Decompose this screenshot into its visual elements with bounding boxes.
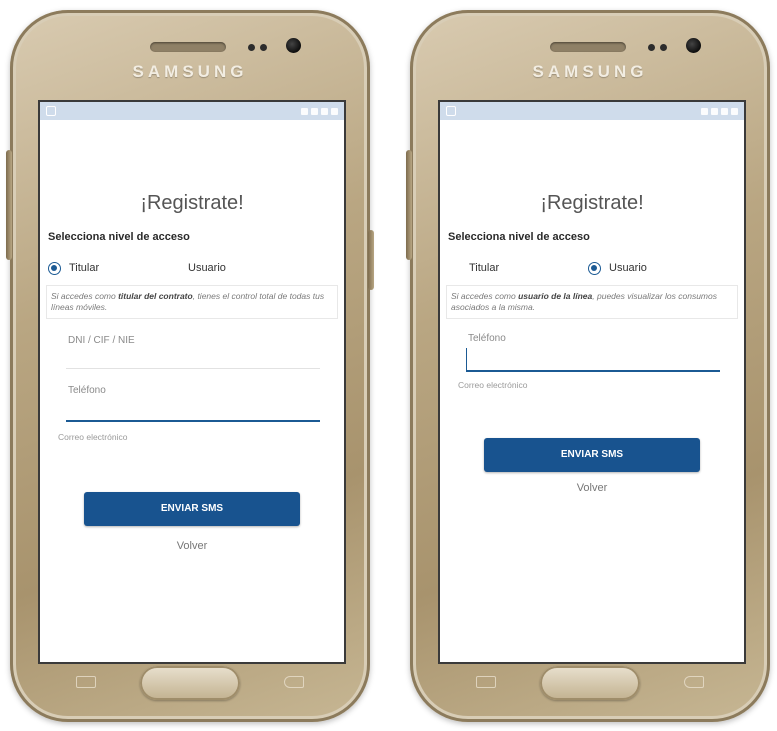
proximity-sensor	[648, 44, 655, 51]
phone-field[interactable]: Teléfono	[466, 333, 720, 372]
access-level-radio-group: Titular Usuario	[440, 259, 744, 277]
phone-left: SAMSUNG ¡Registrate! Selecciona nivel de…	[6, 10, 374, 722]
access-level-label: Selecciona nivel de acceso	[48, 231, 190, 243]
radio-checked-icon	[48, 261, 61, 275]
proximity-sensor	[248, 44, 255, 51]
back-link[interactable]: Volver	[40, 540, 344, 552]
phone-label: Teléfono	[68, 385, 106, 396]
radio-checked-icon	[588, 261, 601, 275]
status-icons	[701, 107, 738, 115]
radio-usuario[interactable]: Usuario	[188, 262, 226, 274]
phone-field[interactable]: Teléfono	[66, 385, 320, 422]
back-key-icon[interactable]	[284, 676, 304, 688]
light-sensor	[260, 44, 267, 51]
radio-titular-label: Titular	[69, 262, 100, 274]
phone-input-active[interactable]	[466, 348, 720, 372]
notification-icon	[46, 106, 56, 116]
page-title: ¡Registrate!	[140, 192, 244, 214]
home-button[interactable]	[540, 666, 640, 700]
back-key-icon[interactable]	[684, 676, 704, 688]
recent-apps-icon[interactable]	[76, 676, 96, 688]
signal-icon	[321, 107, 328, 115]
send-sms-button[interactable]: ENVIAR SMS	[484, 438, 700, 472]
earpiece-speaker	[150, 42, 226, 52]
send-button-wrap: ENVIAR SMS	[40, 492, 344, 526]
status-bar	[40, 102, 344, 120]
earpiece-speaker	[550, 42, 626, 52]
access-info-text: Si accedes como usuario de la línea, pue…	[446, 285, 738, 319]
access-level-label: Selecciona nivel de acceso	[448, 231, 590, 243]
battery-icon	[731, 107, 738, 115]
info-bold: usuario de la línea	[518, 291, 593, 301]
email-field-label[interactable]: Correo electrónico	[58, 432, 344, 442]
signal-icon	[721, 107, 728, 115]
bluetooth-icon	[301, 107, 308, 115]
brand-logo: SAMSUNG	[132, 62, 248, 81]
info-prefix: Si accedes como	[51, 291, 119, 301]
power-button	[368, 230, 374, 290]
home-button[interactable]	[140, 666, 240, 700]
notification-icon	[446, 106, 456, 116]
recent-apps-icon[interactable]	[476, 676, 496, 688]
access-info-text: Si accedes como titular del contrato, ti…	[46, 285, 338, 319]
volume-button	[406, 150, 412, 260]
document-placeholder: DNI / CIF / NIE	[68, 335, 135, 346]
back-link[interactable]: Volver	[440, 482, 744, 494]
volume-button	[6, 150, 12, 260]
radio-titular[interactable]: Titular	[448, 262, 588, 274]
screen-right: ¡Registrate! Selecciona nivel de acceso …	[438, 100, 746, 664]
battery-icon	[331, 107, 338, 115]
phone-label: Teléfono	[468, 333, 506, 344]
stage: SAMSUNG ¡Registrate! Selecciona nivel de…	[0, 0, 777, 731]
radio-titular[interactable]: Titular	[48, 261, 188, 275]
radio-titular-label: Titular	[469, 262, 500, 274]
radio-usuario-label: Usuario	[609, 262, 647, 274]
wifi-icon	[711, 107, 718, 115]
phone-underline	[66, 420, 320, 422]
document-underline	[66, 368, 320, 369]
status-bar	[440, 102, 744, 120]
document-field[interactable]: DNI / CIF / NIE	[66, 335, 320, 369]
radio-usuario[interactable]: Usuario	[588, 261, 647, 275]
front-camera-icon	[686, 38, 701, 53]
phone-right: SAMSUNG ¡Registrate! Selecciona nivel de…	[406, 10, 770, 722]
brand-logo: SAMSUNG	[532, 62, 648, 81]
front-camera-icon	[286, 38, 301, 53]
info-prefix: Si accedes como	[451, 291, 519, 301]
status-icons	[301, 107, 338, 115]
radio-usuario-label: Usuario	[188, 262, 226, 274]
bluetooth-icon	[701, 107, 708, 115]
screen-left: ¡Registrate! Selecciona nivel de acceso …	[38, 100, 346, 664]
send-sms-button[interactable]: ENVIAR SMS	[84, 492, 300, 526]
email-field-label[interactable]: Correo electrónico	[458, 380, 744, 390]
light-sensor	[660, 44, 667, 51]
access-level-radio-group: Titular Usuario	[40, 259, 344, 277]
send-button-wrap: ENVIAR SMS	[440, 438, 744, 472]
page-title: ¡Registrate!	[540, 192, 644, 214]
info-bold: titular del contrato	[118, 291, 193, 301]
wifi-icon	[311, 107, 318, 115]
